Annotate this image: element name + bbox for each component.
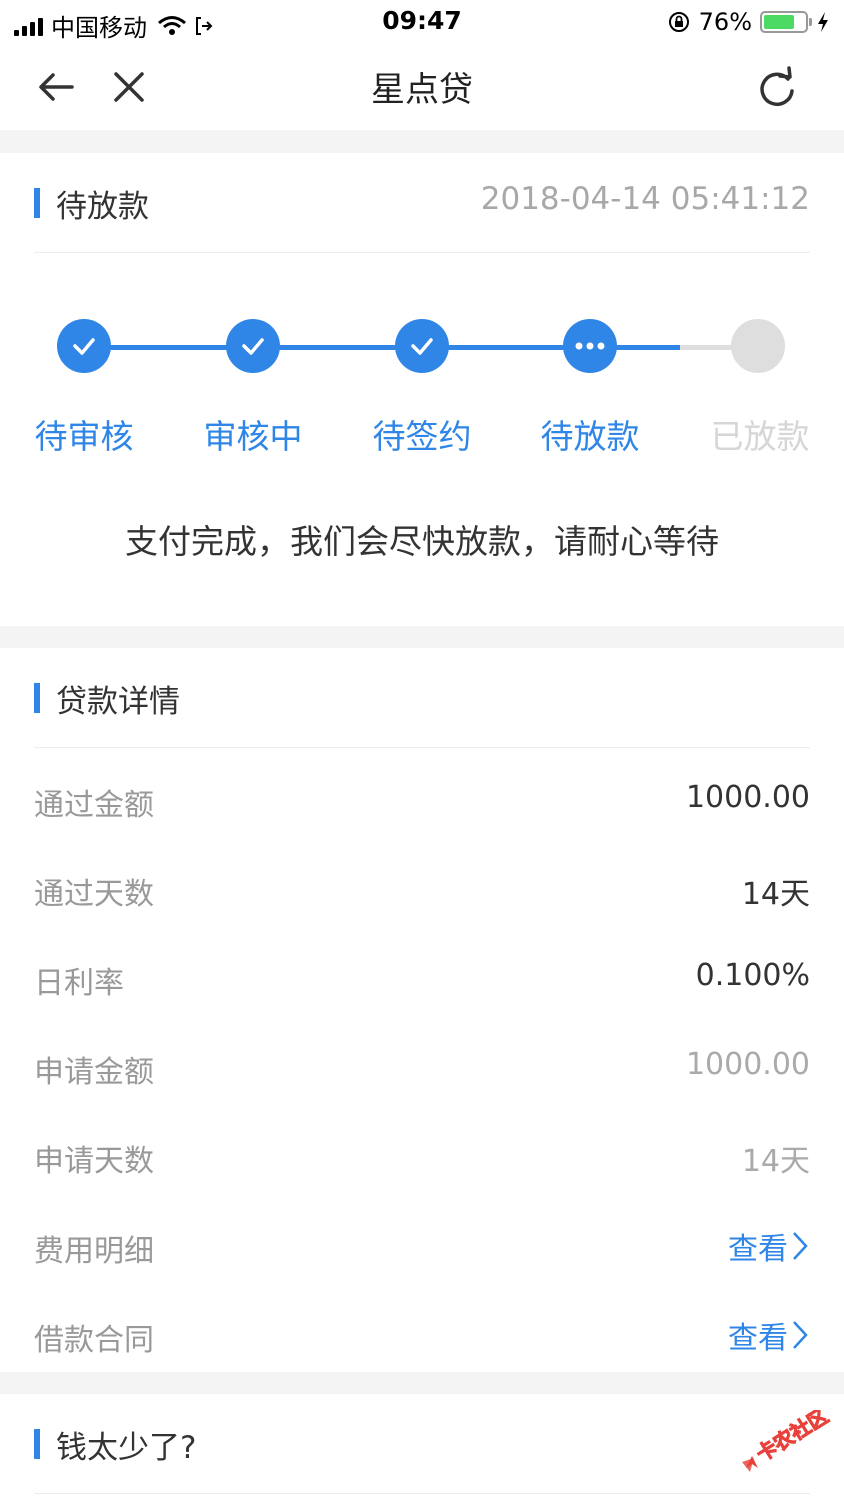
charging-icon [818, 12, 828, 32]
step-line-complete [84, 345, 590, 350]
link-label: 查看 [728, 1232, 788, 1267]
watermark-logo: 卡农社区 [742, 1410, 833, 1472]
row-label: 费用明细 [34, 1234, 154, 1269]
row-label: 借款合同 [34, 1323, 154, 1358]
row-value: 0.100% [695, 958, 810, 993]
step-label: 待审核 [34, 417, 134, 456]
row-label: 申请金额 [34, 1055, 154, 1090]
view-fee-details-link[interactable]: 查看 [728, 1224, 810, 1268]
step-1-check-icon [57, 319, 111, 373]
details-title: 贷款详情 [56, 684, 180, 720]
battery-icon [760, 11, 812, 33]
refresh-icon[interactable] [754, 66, 800, 112]
detail-row-loan-contract[interactable]: 借款合同 查看 [34, 1287, 810, 1376]
link-label: 查看 [728, 1321, 788, 1356]
row-label: 日利率 [34, 966, 124, 1001]
more-card: 钱太少了? [0, 1394, 844, 1500]
more-title: 钱太少了? [56, 1430, 197, 1466]
detail-row-fee-details[interactable]: 费用明细 查看 [34, 1198, 810, 1287]
row-label: 通过天数 [34, 877, 154, 912]
progress-timestamp: 2018-04-14 05:41:12 [480, 181, 810, 217]
chevron-right-icon [793, 1321, 808, 1349]
battery-percent: 76% [698, 8, 752, 36]
row-label: 申请天数 [34, 1144, 154, 1179]
progress-status-title: 待放款 [56, 189, 149, 225]
detail-row-approved-amount: 通过金额 1000.00 [34, 752, 810, 841]
step-label: 待签约 [372, 417, 472, 456]
status-right: 76% [667, 8, 830, 36]
row-value: 14天 [741, 877, 810, 912]
detail-row-applied-days: 申请天数 14天 [34, 1108, 810, 1197]
section-marker [34, 188, 40, 218]
details-header: 贷款详情 [34, 648, 810, 748]
step-label: 审核中 [203, 417, 303, 456]
step-2-check-icon [226, 319, 280, 373]
step-4-more-icon [563, 319, 617, 373]
step-label: 待放款 [540, 417, 640, 456]
row-label: 通过金额 [34, 788, 154, 823]
detail-row-applied-amount: 申请金额 1000.00 [34, 1019, 810, 1108]
status-bar: 中国移动 09:47 76% [0, 0, 844, 44]
section-marker [34, 1429, 40, 1459]
step-label: 已放款 [710, 417, 810, 456]
step-5-pending-icon [731, 319, 785, 373]
orientation-lock-icon [668, 12, 689, 32]
chevron-right-icon [793, 1232, 808, 1260]
detail-row-approved-days: 通过天数 14天 [34, 841, 810, 930]
view-loan-contract-link[interactable]: 查看 [728, 1313, 810, 1357]
step-3-check-icon [395, 319, 449, 373]
nav-bar: 星点贷 [0, 44, 844, 130]
watermark-text: 卡农社区 [752, 1410, 833, 1466]
row-value: 1000.00 [685, 1047, 810, 1082]
progress-header: 待放款 2018-04-14 05:41:12 [34, 153, 810, 253]
section-marker [34, 683, 40, 713]
row-value: 1000.00 [685, 780, 810, 815]
row-value: 14天 [741, 1144, 810, 1179]
status-message: 支付完成，我们会尽快放款，请耐心等待 [125, 522, 719, 561]
page-title: 星点贷 [371, 70, 473, 110]
details-card: 贷款详情 通过金额 1000.00 通过天数 14天 日利率 0.100% 申请… [0, 648, 844, 1372]
detail-row-daily-rate: 日利率 0.100% [34, 930, 810, 1019]
more-header: 钱太少了? [34, 1394, 810, 1494]
